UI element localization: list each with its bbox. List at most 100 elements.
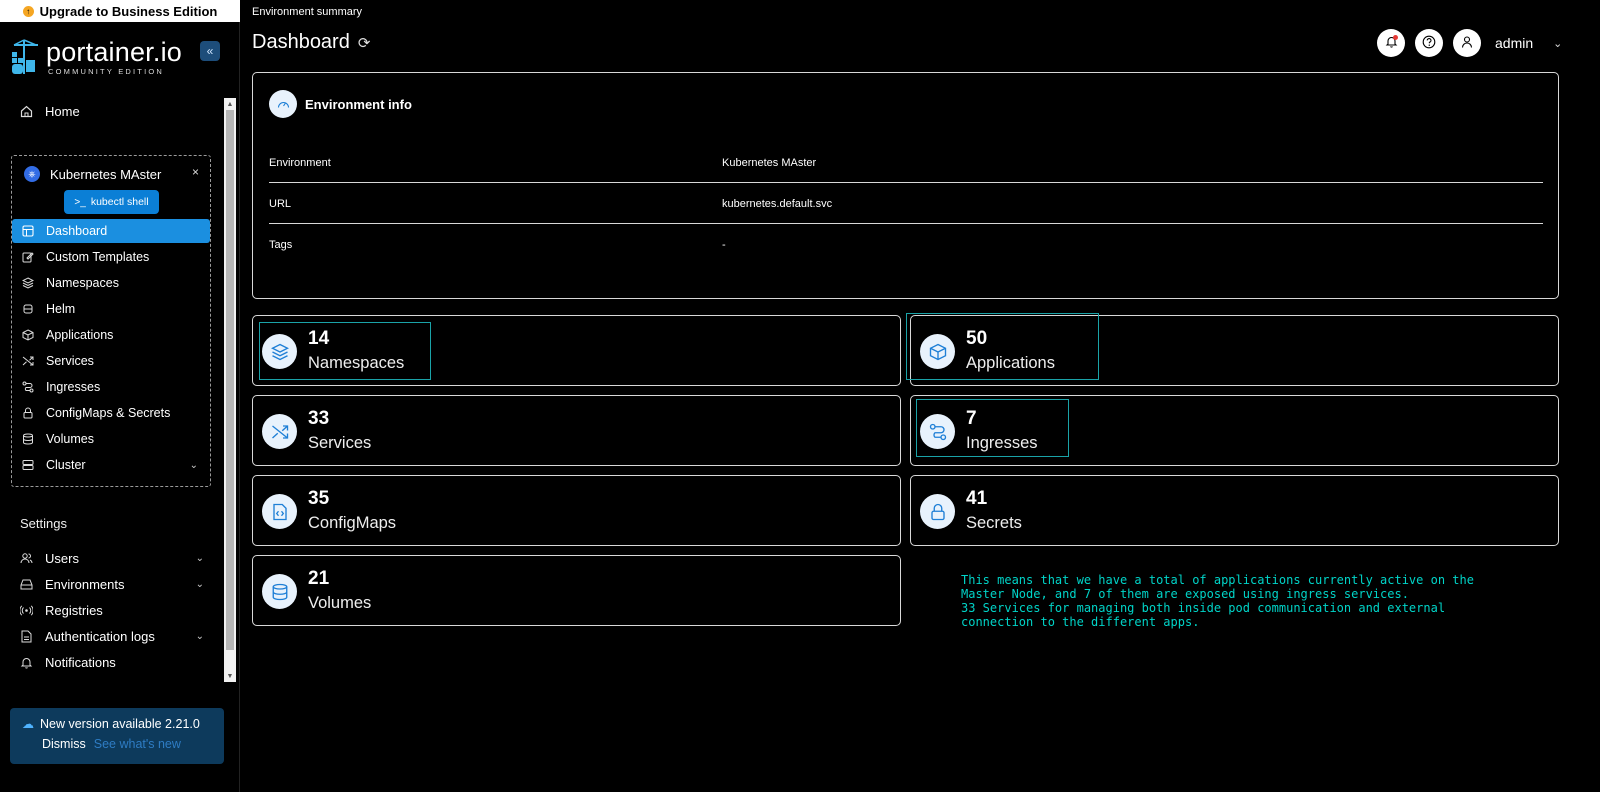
sidebar-item-dashboard[interactable]: Dashboard [12, 219, 210, 243]
services-card[interactable]: 33 Services [252, 395, 901, 466]
chevron-down-icon[interactable]: ⌄ [1553, 37, 1562, 50]
refresh-icon[interactable]: ⟳ [358, 34, 371, 52]
chevron-down-icon: ⌄ [195, 578, 204, 590]
user-icon [1460, 35, 1474, 52]
env-row-environment: Environment Kubernetes MAster [269, 143, 1543, 183]
helm-icon [22, 303, 34, 315]
collapse-sidebar-button[interactable]: « [200, 41, 220, 61]
sidebar-item-ingresses[interactable]: Ingresses [12, 375, 210, 399]
page-title: Dashboard ⟳ [252, 31, 370, 54]
shuffle-icon [262, 414, 297, 449]
sidebar-item-namespaces[interactable]: Namespaces [12, 271, 210, 295]
env-value: Kubernetes MAster [722, 156, 817, 169]
ingresses-label: Ingresses [966, 434, 1038, 452]
lock-icon [22, 407, 34, 419]
sidebar-item-applications[interactable]: Applications [12, 323, 210, 347]
route-icon [22, 381, 34, 393]
namespaces-card[interactable]: 14 Namespaces [252, 315, 901, 386]
configmaps-card[interactable]: 35 ConfigMaps [252, 475, 901, 546]
environment-info-title: Environment info [305, 96, 412, 112]
ingresses-count: 7 [966, 408, 977, 429]
namespaces-label: Namespaces [308, 354, 405, 372]
route-icon [920, 414, 955, 449]
sidebar-item-environments[interactable]: Environments ⌄ [20, 573, 204, 595]
sidebar-item-configmaps-secrets[interactable]: ConfigMaps & Secrets [12, 401, 210, 425]
new-version-text: New version available 2.21.0 [40, 717, 200, 731]
users-icon [20, 552, 33, 565]
chevron-down-icon: ⌄ [189, 459, 198, 471]
sidebar-item-label: Volumes [46, 432, 94, 446]
sidebar-item-label: Ingresses [46, 380, 101, 394]
portainer-crane-icon [12, 39, 38, 74]
sidebar-item-label: Custom Templates [46, 250, 150, 264]
env-value: - [722, 239, 726, 251]
sidebar-scrollbar[interactable]: ▲ ▼ [224, 98, 236, 682]
volumes-label: Volumes [308, 594, 372, 612]
sidebar-item-label: Environments [45, 576, 125, 592]
upgrade-banner[interactable]: ↑ Upgrade to Business Edition [0, 0, 240, 22]
sidebar-item-users[interactable]: Users ⌄ [20, 547, 204, 569]
secrets-label: Secrets [966, 514, 1022, 532]
sidebar-item-label: Users [45, 550, 79, 566]
double-chevron-left-icon: « [206, 44, 214, 58]
services-label: Services [308, 434, 372, 452]
kubectl-shell-button[interactable]: >_ kubectl shell [64, 190, 159, 214]
sidebar-item-volumes[interactable]: Volumes [12, 427, 210, 451]
help-button[interactable] [1415, 29, 1443, 57]
env-row-tags: Tags - [269, 225, 1543, 265]
box-icon [920, 334, 955, 369]
database-icon [262, 574, 297, 609]
home-icon [20, 105, 33, 118]
user-name[interactable]: admin [1495, 35, 1533, 51]
environment-name: Kubernetes MAster [50, 166, 162, 182]
ingresses-card[interactable]: 7 Ingresses [910, 395, 1559, 466]
sidebar-item-home[interactable]: Home [20, 100, 80, 122]
arrow-up-icon: ↑ [22, 5, 34, 17]
chevron-down-icon: ⌄ [195, 552, 204, 564]
file-text-icon [20, 630, 33, 643]
help-circle-icon [1422, 35, 1436, 52]
environment-section: ⎈ Kubernetes MAster × >_ kubectl shell D… [11, 155, 211, 487]
applications-card[interactable]: 50 Applications [910, 315, 1559, 386]
sidebar-item-cluster[interactable]: Cluster ⌄ [12, 453, 210, 477]
terminal-icon: >_ [74, 196, 86, 208]
volumes-card[interactable]: 21 Volumes [252, 555, 901, 626]
sidebar: ↑ Upgrade to Business Edition portainer.… [0, 0, 240, 792]
dismiss-button[interactable]: Dismiss [42, 737, 86, 751]
new-version-banner: ☁ New version available 2.21.0 Dismiss S… [10, 708, 224, 764]
sidebar-item-services[interactable]: Services [12, 349, 210, 373]
sidebar-item-label: Namespaces [46, 276, 119, 290]
scroll-down-icon[interactable]: ▼ [224, 670, 236, 682]
secrets-card[interactable]: 41 Secrets [910, 475, 1559, 546]
layers-icon [262, 334, 297, 369]
sidebar-item-authentication-logs[interactable]: Authentication logs ⌄ [20, 625, 204, 647]
env-key: Tags [269, 239, 293, 251]
logo-subtitle: COMMUNITY EDITION [48, 67, 165, 76]
sidebar-item-label: Home [45, 103, 80, 119]
namespaces-count: 14 [308, 328, 330, 349]
notifications-button[interactable] [1377, 29, 1405, 57]
configmaps-label: ConfigMaps [308, 514, 397, 532]
user-menu-button[interactable] [1453, 29, 1481, 57]
sidebar-item-custom-templates[interactable]: Custom Templates [12, 245, 210, 269]
shuffle-icon [22, 355, 34, 367]
annotation-note: This means that we have a total of appli… [961, 573, 1474, 629]
logo-title: portainer.io [46, 37, 182, 67]
sidebar-item-helm[interactable]: Helm [12, 297, 210, 321]
portainer-logo[interactable]: portainer.io COMMUNITY EDITION [10, 38, 200, 80]
scroll-up-icon[interactable]: ▲ [224, 98, 236, 110]
radio-icon [20, 604, 33, 617]
sidebar-item-notifications[interactable]: Notifications [20, 651, 116, 673]
applications-label: Applications [966, 354, 1055, 372]
scrollbar-thumb[interactable] [226, 110, 234, 650]
sidebar-item-registries[interactable]: Registries [20, 599, 103, 621]
close-environment-icon[interactable]: × [192, 165, 199, 179]
sidebar-item-label: Registries [45, 602, 103, 618]
see-whats-new-link[interactable]: See what's new [94, 737, 181, 751]
bell-icon [20, 656, 33, 669]
configmaps-count: 35 [308, 488, 330, 509]
environment-info-card: Environment info Environment Kubernetes … [252, 72, 1559, 299]
env-key: URL [269, 197, 292, 210]
layers-icon [22, 277, 34, 289]
env-value: kubernetes.default.svc [722, 197, 833, 210]
